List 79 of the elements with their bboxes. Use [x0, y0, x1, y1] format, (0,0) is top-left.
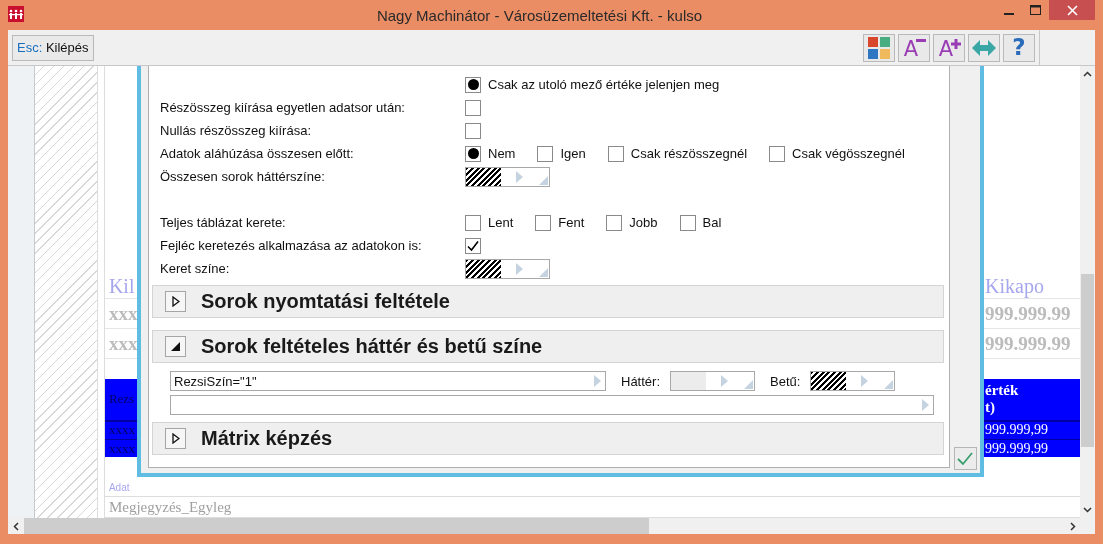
- checkbox[interactable]: [679, 214, 696, 231]
- field-label: Összesen sorok háttérszíne:: [160, 169, 325, 184]
- section-header[interactable]: Sorok feltételes háttér és betű színe: [152, 330, 944, 363]
- font-larger-button[interactable]: A: [933, 33, 965, 62]
- tiles-button[interactable]: [863, 33, 895, 62]
- section-header[interactable]: Mátrix képzés: [152, 422, 944, 455]
- triangle-icon: [171, 342, 180, 351]
- checkbox[interactable]: [465, 214, 481, 231]
- radio-button[interactable]: [465, 76, 481, 93]
- table-cell-text: xxxx: [107, 422, 136, 439]
- table-header: t): [985, 399, 996, 417]
- report-field: Megjegyzés_Egyleg: [108, 498, 232, 516]
- people-icon: [8, 6, 24, 22]
- option-label: Csak végösszegnél: [792, 146, 905, 161]
- fit-width-button[interactable]: [968, 33, 1000, 62]
- table-header: érték: [985, 382, 1020, 400]
- triangle-icon: [171, 296, 180, 307]
- radio-button[interactable]: [465, 145, 481, 162]
- field-label: Adatok aláhúzása összesen előtt:: [160, 146, 354, 161]
- scroll-down-icon[interactable]: [1083, 507, 1092, 513]
- double-arrow-icon: [972, 38, 996, 57]
- expand-toggle[interactable]: [165, 428, 186, 449]
- report-text: 999.999.99: [985, 332, 1072, 355]
- option-label: Csak az utoló mező értéke jelenjen meg: [488, 77, 720, 92]
- field-label: Keret színe:: [160, 261, 230, 276]
- minimize-icon: [1003, 13, 1014, 15]
- field-label: Nullás részösszeg kiírása:: [160, 123, 311, 138]
- window-title: Nagy Machinátor - Városüzemeltetési Kft. - kulso: [375, 6, 704, 24]
- scroll-right-icon[interactable]: [1070, 521, 1076, 531]
- option-label: Bal: [702, 215, 722, 230]
- plus-icon: [951, 38, 961, 49]
- condition-field[interactable]: RezsiSzín="1": [170, 371, 606, 391]
- field-label: Fejléc keretezés alkalmazása az adatokon is:: [160, 238, 422, 253]
- maximize-icon: [1030, 5, 1041, 15]
- expand-toggle[interactable]: [165, 291, 186, 312]
- condition-field[interactable]: [170, 395, 934, 415]
- checkbox[interactable]: [465, 237, 481, 254]
- table-cell-text: 999.999,99: [985, 440, 1049, 457]
- minus-icon: [916, 38, 926, 42]
- field-label: Betű:: [770, 373, 801, 389]
- help-button[interactable]: ?: [1003, 33, 1035, 62]
- field-label: Részösszeg kiírása egyetlen adatsor után:: [160, 100, 405, 115]
- scroll-up-icon[interactable]: [1083, 71, 1092, 77]
- report-text: 999.999.99: [985, 302, 1072, 325]
- expand-toggle[interactable]: [165, 336, 186, 357]
- option-label: Csak részösszegnél: [630, 146, 748, 161]
- font-smaller-button[interactable]: A: [898, 33, 930, 62]
- radio-button[interactable]: [607, 145, 624, 162]
- tiles-icon: [868, 36, 890, 59]
- checkbox[interactable]: [465, 99, 481, 116]
- close-button[interactable]: [1049, 0, 1095, 20]
- option-label: Lent: [488, 215, 514, 230]
- option-label: Fent: [558, 215, 585, 230]
- table-cell-text: 999.999,99: [985, 422, 1049, 439]
- checkbox[interactable]: [465, 122, 481, 139]
- option-label: Nem: [488, 146, 516, 161]
- report-text: Kil: [107, 274, 136, 298]
- option-label: Jobb: [629, 215, 658, 230]
- checkbox[interactable]: [606, 214, 623, 231]
- confirm-button[interactable]: [953, 447, 977, 470]
- band-caption: Adat: [108, 482, 130, 494]
- report-text: xxx: [107, 302, 139, 325]
- section-header[interactable]: Sorok nyomtatási feltétele: [152, 285, 944, 318]
- table-cell-text: xxxx: [107, 440, 136, 457]
- exit-button[interactable]: Esc: Kilépés: [12, 34, 94, 61]
- option-label: Igen: [560, 146, 586, 161]
- check-icon: [957, 451, 973, 466]
- scroll-left-icon[interactable]: [13, 521, 19, 531]
- report-text: Kikapo: [985, 274, 1045, 298]
- field-label: Háttér:: [621, 373, 660, 389]
- triangle-icon: [171, 433, 180, 444]
- radio-button[interactable]: [537, 145, 554, 162]
- checkbox[interactable]: [535, 214, 552, 231]
- close-icon: [1066, 4, 1078, 16]
- report-text: xxx: [107, 332, 139, 355]
- field-label: Teljes táblázat kerete:: [160, 215, 286, 230]
- check-icon: [466, 238, 480, 253]
- table-cell-text: Rezs: [107, 391, 136, 408]
- radio-button[interactable]: [769, 145, 786, 162]
